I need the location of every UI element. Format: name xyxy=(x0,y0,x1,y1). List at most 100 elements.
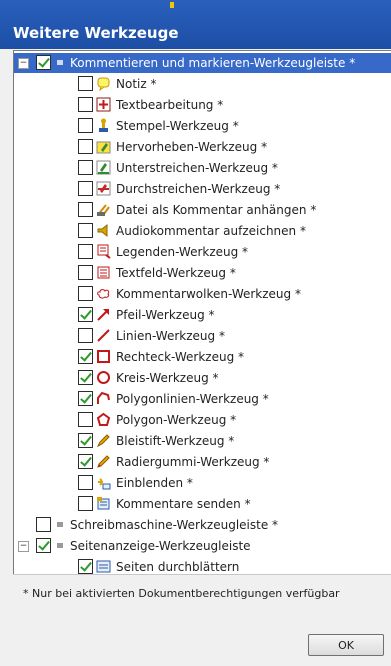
strikethrough-icon xyxy=(96,181,111,196)
polygon-icon xyxy=(96,412,111,426)
tree-group-commenting-toolbar[interactable]: − Kommentieren und markieren-Werkzeuglei… xyxy=(14,53,391,73)
tree-group-label: Seitenanzeige-Werkzeugleiste xyxy=(70,539,251,553)
rectangle-icon xyxy=(97,350,110,363)
tree-item[interactable]: Kommentarwolken-Werkzeug * xyxy=(14,284,391,304)
window-title: Weitere Werkzeuge xyxy=(13,24,179,42)
tree-item-label: Legenden-Werkzeug * xyxy=(116,245,249,259)
text-edit-icon xyxy=(96,97,111,112)
eraser-icon xyxy=(97,455,110,468)
tree-item-label: Unterstreichen-Werkzeug * xyxy=(116,161,278,175)
tree-item-label: Audiokommentar aufzeichnen * xyxy=(116,224,306,238)
tree-item-checkbox[interactable] xyxy=(78,454,93,469)
tree-item-checkbox[interactable] xyxy=(78,496,93,511)
tree-item[interactable]: Textfeld-Werkzeug * xyxy=(14,263,391,283)
tree-item-checkbox[interactable] xyxy=(78,76,93,91)
checkbox-page-navigation[interactable] xyxy=(78,559,93,574)
tree-item[interactable]: Einblenden * xyxy=(14,473,391,493)
sticky-note-icon xyxy=(97,77,110,91)
pencil-icon xyxy=(96,434,110,448)
tree-item-checkbox[interactable] xyxy=(78,307,93,322)
tree-item-label: Durchstreichen-Werkzeug * xyxy=(116,182,281,196)
tree-item-checkbox[interactable] xyxy=(78,433,93,448)
tree-item[interactable]: Polygonlinien-Werkzeug * xyxy=(14,389,391,409)
tree-item-page-navigation[interactable]: Seiten durchblättern xyxy=(14,557,391,574)
tree-item[interactable]: Kommentare senden * xyxy=(14,494,391,514)
tree-item[interactable]: Durchstreichen-Werkzeug * xyxy=(14,179,391,199)
tree-item[interactable]: Pfeil-Werkzeug * xyxy=(14,305,391,325)
tree-item-label: Pfeil-Werkzeug * xyxy=(116,308,215,322)
line-icon xyxy=(97,329,110,342)
tree-item-checkbox[interactable] xyxy=(78,223,93,238)
tree-item-label: Linien-Werkzeug * xyxy=(116,329,225,343)
bullet-icon xyxy=(57,522,63,527)
checkbox-page-display-toolbar[interactable] xyxy=(36,538,51,553)
tree-group-page-display-toolbar[interactable]: − Seitenanzeige-Werkzeugleiste xyxy=(14,536,391,556)
tree-item-label: Stempel-Werkzeug * xyxy=(116,119,239,133)
tree-item[interactable]: Stempel-Werkzeug * xyxy=(14,116,391,136)
stamp-icon xyxy=(99,118,108,132)
collapse-icon[interactable]: − xyxy=(18,58,29,69)
bullet-icon xyxy=(57,60,63,65)
tree-item-checkbox[interactable] xyxy=(78,139,93,154)
tools-tree[interactable]: − Kommentieren und markieren-Werkzeuglei… xyxy=(13,50,391,575)
tree-item[interactable]: Legenden-Werkzeug * xyxy=(14,242,391,262)
tree-item-label: Textbearbeitung * xyxy=(116,98,224,112)
tree-item[interactable]: Datei als Kommentar anhängen * xyxy=(14,200,391,220)
footer-panel: * Nur bei aktivierten Dokumentberechtigu… xyxy=(13,574,391,617)
tree-item-checkbox[interactable] xyxy=(78,97,93,112)
tree-item-checkbox[interactable] xyxy=(78,244,93,259)
tree-item-label: Hervorheben-Werkzeug * xyxy=(116,140,268,154)
tree-item[interactable]: Hervorheben-Werkzeug * xyxy=(14,137,391,157)
tree-item[interactable]: Textbearbeitung * xyxy=(14,95,391,115)
tree-item[interactable]: Rechteck-Werkzeug * xyxy=(14,347,391,367)
audio-icon xyxy=(97,223,108,238)
tree-item-checkbox[interactable] xyxy=(78,160,93,175)
tree-item[interactable]: Kreis-Werkzeug * xyxy=(14,368,391,388)
polyline-icon xyxy=(97,391,110,404)
tree-item[interactable]: Audiokommentar aufzeichnen * xyxy=(14,221,391,241)
tree-group-label: Kommentieren und markieren-Werkzeugleist… xyxy=(70,56,356,70)
arrow-icon xyxy=(97,309,109,321)
ok-button[interactable]: OK xyxy=(308,634,384,656)
tree-item[interactable]: Notiz * xyxy=(14,74,391,94)
tree-item-label: Datei als Kommentar anhängen * xyxy=(116,203,317,217)
tree-item-label: Polygonlinien-Werkzeug * xyxy=(116,392,269,406)
tree-item-checkbox[interactable] xyxy=(78,328,93,343)
checkbox-typewriter-toolbar[interactable] xyxy=(36,517,51,532)
tree-item-checkbox[interactable] xyxy=(78,349,93,364)
tree-item-label: Radiergummi-Werkzeug * xyxy=(116,455,270,469)
cloud-icon xyxy=(97,289,110,299)
bullet-icon xyxy=(57,543,63,548)
tree-item-checkbox[interactable] xyxy=(78,181,93,196)
page-navigation-icon xyxy=(96,560,111,573)
tree-group-typewriter-toolbar[interactable]: Schreibmaschine-Werkzeugleiste * xyxy=(14,515,391,535)
title-bar: Weitere Werkzeuge xyxy=(0,0,391,49)
checkbox-commenting-toolbar[interactable] xyxy=(36,55,51,70)
tree-item-checkbox[interactable] xyxy=(78,412,93,427)
collapse-icon[interactable]: − xyxy=(18,541,29,552)
tree-item-checkbox[interactable] xyxy=(78,118,93,133)
tree-item-label: Einblenden * xyxy=(116,476,193,490)
tree-item[interactable]: Unterstreichen-Werkzeug * xyxy=(14,158,391,178)
title-accent xyxy=(170,2,174,8)
tree-item-checkbox[interactable] xyxy=(78,391,93,406)
tree-item-checkbox[interactable] xyxy=(78,475,93,490)
tree-item-checkbox[interactable] xyxy=(78,286,93,301)
tree-item-label: Rechteck-Werkzeug * xyxy=(116,350,245,364)
tree-item-checkbox[interactable] xyxy=(78,265,93,280)
send-comments-icon xyxy=(97,497,110,510)
underline-icon xyxy=(96,160,111,175)
tree-item-label: Kommentare senden * xyxy=(116,497,251,511)
highlight-icon xyxy=(96,141,111,154)
tree-item-checkbox[interactable] xyxy=(78,370,93,385)
tree-item[interactable]: Radiergummi-Werkzeug * xyxy=(14,452,391,472)
tree-item[interactable]: Bleistift-Werkzeug * xyxy=(14,431,391,451)
dialog-window: Weitere Werkzeuge − Kommentieren und mar… xyxy=(0,0,391,666)
tree-item[interactable]: Polygon-Werkzeug * xyxy=(14,410,391,430)
tree-item-label: Polygon-Werkzeug * xyxy=(116,413,237,427)
show-icon xyxy=(98,478,111,490)
tree-item-label: Bleistift-Werkzeug * xyxy=(116,434,235,448)
permissions-note: * Nur bei aktivierten Dokumentberechtigu… xyxy=(23,587,340,600)
tree-item[interactable]: Linien-Werkzeug * xyxy=(14,326,391,346)
tree-item-checkbox[interactable] xyxy=(78,202,93,217)
